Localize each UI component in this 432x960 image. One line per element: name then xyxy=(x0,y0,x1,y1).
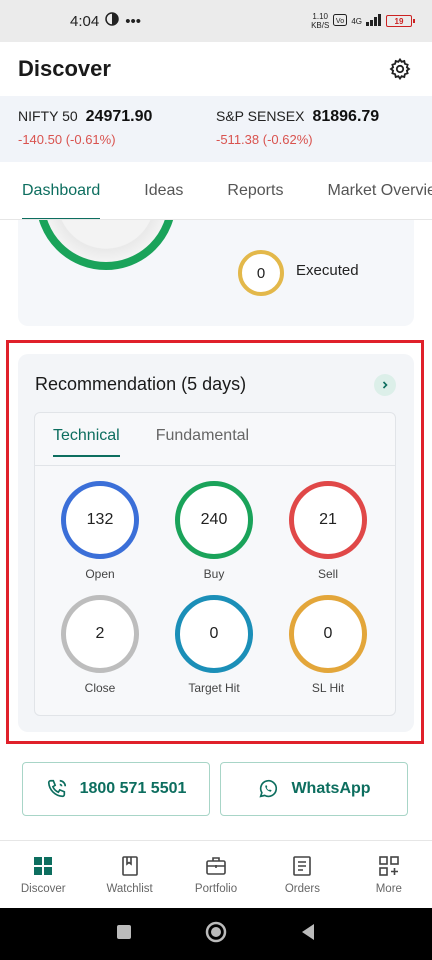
index-name: NIFTY 50 xyxy=(18,108,78,124)
data-speed-indicator: 1.10 KB/S xyxy=(311,12,329,30)
back-button[interactable] xyxy=(300,923,316,946)
signal-icon xyxy=(366,14,382,28)
nav-more[interactable]: More xyxy=(346,841,432,908)
nav-label: Discover xyxy=(20,882,66,895)
app-header: Discover xyxy=(0,42,432,96)
whatsapp-button-label: WhatsApp xyxy=(291,780,371,797)
discover-grid-icon xyxy=(34,856,53,875)
nav-orders[interactable]: Orders xyxy=(259,841,345,908)
back-triangle-icon xyxy=(301,923,314,940)
tab-market-overview[interactable]: Market Overview xyxy=(327,162,432,219)
nav-label: Portfolio xyxy=(194,882,238,895)
battery-icon: 19 xyxy=(386,15,415,27)
executed-label: Executed xyxy=(296,262,359,279)
network-type: 4G xyxy=(351,16,362,26)
tab-ideas[interactable]: Ideas xyxy=(144,162,183,219)
highlight-outline xyxy=(6,340,424,744)
orders-list-icon xyxy=(293,855,312,876)
book-icon xyxy=(121,855,138,876)
call-button-label: 1800 571 5501 xyxy=(79,780,187,797)
status-time: 4:04 xyxy=(70,12,100,30)
nav-label: Orders xyxy=(284,882,320,895)
gear-icon xyxy=(389,57,411,81)
nav-discover[interactable]: Discover xyxy=(0,841,86,908)
index-nifty[interactable]: NIFTY 50 24971.90 -140.50 (-0.61%) xyxy=(18,108,216,162)
tab-reports[interactable]: Reports xyxy=(227,162,283,219)
home-button[interactable] xyxy=(205,921,227,948)
data-speed-unit: KB/S xyxy=(311,21,330,30)
index-value: 81896.79 xyxy=(312,108,380,125)
battery-level: 19 xyxy=(394,16,404,26)
tab-dashboard[interactable]: Dashboard xyxy=(22,162,101,219)
bottom-navigation: Discover Watchlist Portfolio Orders More xyxy=(0,840,432,908)
system-navigation-bar xyxy=(0,908,432,960)
main-tabs: Dashboard Ideas Reports Market Overview xyxy=(0,162,432,220)
contact-row: 1800 571 5501 WhatsApp xyxy=(22,762,408,816)
status-bar: 4:04 ••• 1.10 KB/S Vo 4G 19 xyxy=(0,0,432,42)
data-speed-value: 1.10 xyxy=(312,12,328,21)
nav-label: More xyxy=(375,882,402,895)
phone-icon xyxy=(47,779,66,798)
page-title: Discover xyxy=(18,56,111,81)
whatsapp-icon xyxy=(259,779,278,798)
moon-icon xyxy=(105,12,119,30)
nav-portfolio[interactable]: Portfolio xyxy=(173,841,259,908)
whatsapp-button[interactable]: WhatsApp xyxy=(220,762,408,816)
index-change: -140.50 (-0.61%) xyxy=(18,132,116,147)
call-button[interactable]: 1800 571 5501 xyxy=(22,762,210,816)
home-circle-icon xyxy=(205,921,227,942)
recents-button[interactable] xyxy=(116,924,132,945)
index-sensex[interactable]: S&P SENSEX 81896.79 -511.38 (-0.62%) xyxy=(216,108,414,162)
svg-text:Vo: Vo xyxy=(336,18,344,25)
nav-label: Watchlist xyxy=(106,882,153,895)
briefcase-icon xyxy=(206,856,226,875)
volte-icon: Vo xyxy=(333,14,348,28)
index-ticker-strip: NIFTY 50 24971.90 -140.50 (-0.61%) S&P S… xyxy=(0,96,432,162)
more-grid-icon xyxy=(379,855,399,876)
index-change: -511.38 (-0.62%) xyxy=(216,132,313,147)
dashboard-content: 0 Executed Recommendation (5 days) Techn… xyxy=(0,220,432,840)
index-name: S&P SENSEX xyxy=(216,108,305,124)
executed-count-ring: 0 xyxy=(238,250,284,296)
status-dots: ••• xyxy=(125,12,141,30)
index-value: 24971.90 xyxy=(85,108,153,125)
square-icon xyxy=(117,924,132,939)
settings-button[interactable] xyxy=(386,55,414,83)
nav-watchlist[interactable]: Watchlist xyxy=(86,841,172,908)
